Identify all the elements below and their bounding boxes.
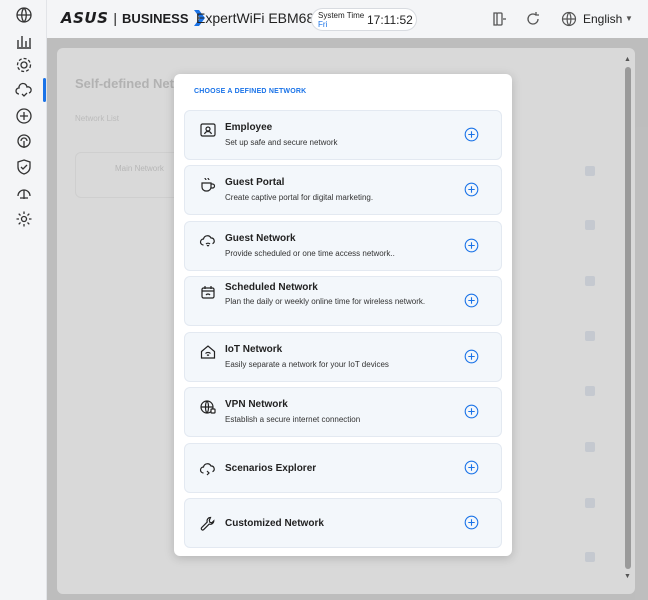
add-circle-icon[interactable] — [464, 460, 479, 475]
wrench-icon — [199, 515, 217, 533]
add-circle-icon[interactable] — [464, 182, 479, 197]
option-scenarios-explorer[interactable]: Scenarios Explorer — [184, 443, 502, 493]
add-circle-icon[interactable] — [464, 238, 479, 253]
logo-divider: | — [113, 10, 118, 26]
sidebar-active-indicator — [43, 78, 46, 102]
wan-icon[interactable] — [14, 106, 34, 126]
reboot-icon[interactable] — [525, 11, 541, 27]
choose-network-modal: CHOOSE A DEFINED NETWORK Employee Set up… — [174, 74, 512, 556]
sidebar — [0, 0, 47, 600]
coffee-cup-icon — [199, 176, 217, 194]
option-title: Customized Network — [225, 518, 324, 529]
option-description: Provide scheduled or one time access net… — [225, 249, 395, 258]
top-header: ASUS | BUSINESS ExpertWiFi EBM68 System … — [47, 0, 648, 38]
option-iot-network[interactable]: IoT Network Easily separate a network fo… — [184, 332, 502, 382]
chevron-down-icon[interactable]: ▼ — [625, 14, 633, 23]
option-description: Plan the daily or weekly online time for… — [225, 297, 426, 306]
cloud-wifi-icon — [199, 232, 217, 250]
option-description: Establish a secure internet connection — [225, 415, 361, 424]
scroll-thumb[interactable] — [625, 67, 631, 569]
settings-gear-icon[interactable] — [14, 209, 34, 229]
explorer-icon — [199, 460, 217, 478]
option-guest-network[interactable]: Guest Network Provide scheduled or one t… — [184, 221, 502, 271]
add-circle-icon[interactable] — [464, 293, 479, 308]
option-customized-network[interactable]: Customized Network — [184, 498, 502, 548]
logout-icon[interactable] — [491, 11, 507, 27]
option-guest-portal[interactable]: Guest Portal Create captive portal for d… — [184, 165, 502, 215]
security-shield-icon[interactable] — [14, 157, 34, 177]
globe-icon[interactable] — [561, 11, 577, 27]
network-map-icon[interactable] — [14, 5, 34, 25]
add-circle-icon[interactable] — [464, 515, 479, 530]
device-model: ExpertWiFi EBM68 — [196, 10, 315, 26]
brand-name: ASUS — [61, 9, 109, 27]
option-title: Guest Network — [225, 233, 296, 244]
id-card-icon — [199, 121, 217, 139]
option-title: Scheduled Network — [225, 282, 318, 293]
scroll-down-icon[interactable]: ▼ — [624, 573, 631, 580]
devices-icon[interactable] — [14, 55, 34, 75]
option-title: Guest Portal — [225, 177, 285, 188]
brand-suffix: BUSINESS — [122, 10, 189, 26]
option-title: IoT Network — [225, 344, 283, 355]
traffic-analyzer-icon[interactable] — [14, 31, 34, 51]
modal-title: CHOOSE A DEFINED NETWORK — [194, 88, 307, 95]
option-title: Employee — [225, 122, 273, 133]
vpn-icon[interactable] — [14, 183, 34, 203]
system-time-clock: 17:11:52 — [367, 13, 413, 27]
vpn-globe-icon — [199, 398, 217, 416]
home-wifi-icon — [199, 343, 217, 361]
asus-business-logo: ASUS | BUSINESS — [61, 9, 205, 27]
option-title: Scenarios Explorer — [225, 463, 317, 474]
wireless-icon[interactable] — [14, 132, 34, 152]
add-circle-icon[interactable] — [464, 127, 479, 142]
page-scrollbar[interactable]: ▲ ▼ — [624, 56, 632, 580]
scroll-up-icon[interactable]: ▲ — [624, 56, 631, 63]
option-employee[interactable]: Employee Set up safe and secure network — [184, 110, 502, 160]
system-time-day: Fri — [318, 20, 328, 29]
option-scheduled-network[interactable]: Scheduled Network Plan the daily or week… — [184, 276, 502, 326]
option-description: Set up safe and secure network — [225, 138, 338, 147]
calendar-wifi-icon — [199, 283, 217, 301]
system-time-label: System Time — [318, 11, 365, 20]
self-defined-network-icon[interactable] — [14, 80, 34, 100]
option-description: Create captive portal for digital market… — [225, 193, 374, 202]
language-selector[interactable]: English — [583, 12, 622, 26]
option-vpn-network[interactable]: VPN Network Establish a secure internet … — [184, 387, 502, 437]
option-title: VPN Network — [225, 399, 288, 410]
system-time-badge: System Time Fri 17:11:52 — [311, 8, 417, 31]
add-circle-icon[interactable] — [464, 404, 479, 419]
option-description: Easily separate a network for your IoT d… — [225, 360, 389, 369]
add-circle-icon[interactable] — [464, 349, 479, 364]
